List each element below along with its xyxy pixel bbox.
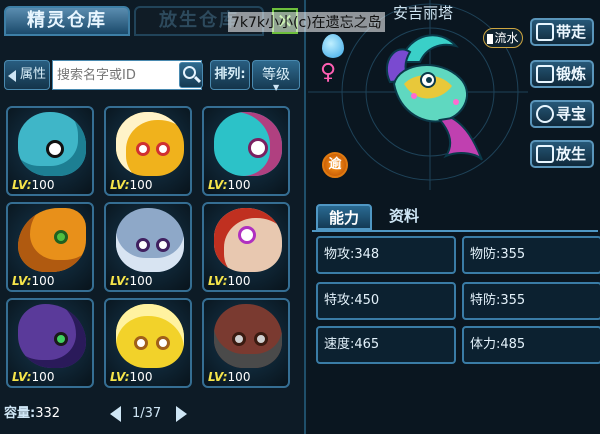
stat-hp: 体力:485 (462, 326, 600, 364)
prev-page-icon[interactable] (110, 406, 121, 422)
spirit-level: LV:100 (110, 370, 153, 384)
stat-physical-attack: 物攻:348 (316, 236, 456, 274)
spirit-slot[interactable]: LV:100 (6, 298, 94, 388)
spirit-eye (254, 332, 268, 346)
treasure-label: 寻宝 (555, 105, 586, 123)
chat-overlay-text: 7k7k小小(c)在遗忘之岛 (228, 12, 385, 32)
spirit-eye (54, 230, 68, 244)
element-label: 流水 (494, 31, 519, 45)
spirit-slot[interactable]: LV:100 (104, 106, 192, 196)
spirit-slot[interactable]: LV:100 (104, 202, 192, 292)
page-indicator: 1/37 (132, 406, 162, 421)
search-button[interactable] (179, 62, 203, 88)
spirit-portrait-large (385, 34, 483, 161)
spirit-eye (46, 140, 64, 158)
dumbbell-icon (536, 65, 554, 83)
stat-panel: 物攻:348 物防:355 特攻:450 特防:355 速度:465 体力:48… (312, 230, 600, 430)
carry-label: 带走 (555, 23, 586, 41)
next-page-icon[interactable] (176, 406, 187, 422)
attribute-filter-button[interactable]: 属性 (4, 60, 50, 90)
capacity-value: 332 (35, 406, 61, 421)
search-icon (536, 105, 554, 123)
spirit-portrait (116, 112, 184, 176)
treasure-button[interactable]: 寻宝 (530, 100, 594, 128)
spirit-slot[interactable]: LV:100 (202, 202, 290, 292)
spirit-eye (248, 138, 268, 158)
spirit-slot[interactable]: LV:100 (202, 298, 290, 388)
water-drop-icon (322, 34, 344, 58)
chevron-down-icon: ▼ (273, 83, 280, 92)
spirit-level: LV:100 (12, 274, 55, 288)
sort-label: 排列: (210, 60, 250, 90)
spirit-level: LV:100 (208, 370, 251, 384)
spirit-eye (238, 226, 256, 244)
spirit-slot[interactable]: LV:100 (202, 106, 290, 196)
sort-value: 等级 (262, 67, 290, 83)
stat-special-defense: 特防:355 (462, 282, 600, 320)
spirit-level: LV:100 (110, 178, 153, 192)
spirit-level: LV:100 (208, 178, 251, 192)
spirit-eye (136, 142, 150, 156)
stat-speed: 速度:465 (316, 326, 456, 364)
spirit-portrait (116, 304, 184, 368)
spirit-level: LV:100 (110, 274, 153, 288)
spirit-level: LV:100 (12, 178, 55, 192)
carry-button[interactable]: 带走 (530, 18, 594, 46)
stat-physical-defense: 物防:355 (462, 236, 600, 274)
train-button[interactable]: 锻炼 (530, 60, 594, 88)
spirit-portrait (18, 112, 86, 176)
spirit-eye (134, 336, 148, 350)
female-gender-icon: ♀ (320, 60, 337, 85)
sort-select[interactable]: 等级 ▼ (252, 60, 300, 92)
stat-special-attack: 特攻:450 (316, 282, 456, 320)
spirit-portrait (18, 208, 86, 272)
pager: 1/37 (110, 404, 190, 426)
tab-ability[interactable]: 能力 (316, 204, 372, 230)
spirit-eye (156, 336, 170, 350)
tab-info[interactable]: 资料 (376, 204, 432, 230)
spirit-detail-panel: 安吉丽塔 ♀ 流水 逾 带走 锻炼 寻宝 放生 能力 资料 物攻:348 物防:… (308, 0, 600, 434)
spirit-eye (156, 142, 170, 156)
spirit-portrait (214, 208, 282, 272)
capacity: 容量:332 (4, 402, 60, 421)
spirit-level: LV:100 (12, 370, 55, 384)
triangle-left-icon (8, 70, 16, 82)
spirit-level: LV:100 (208, 274, 251, 288)
release-label: 放生 (555, 145, 586, 163)
search-icon-handle (193, 75, 202, 84)
carry-icon (536, 23, 554, 41)
spirit-slot[interactable]: LV:100 (6, 202, 94, 292)
release-button[interactable]: 放生 (530, 140, 594, 168)
spirit-portrait (116, 208, 184, 272)
train-label: 锻炼 (555, 65, 586, 83)
spirit-eye (136, 238, 150, 252)
spirit-eye (232, 332, 246, 346)
spirit-portrait (18, 304, 86, 368)
release-icon (536, 145, 554, 163)
spirit-portrait (214, 112, 282, 176)
filter-bar: 属性 排列: 等级 ▼ (4, 60, 304, 92)
spirit-eye (54, 332, 68, 346)
spirit-slot[interactable]: LV:100 (6, 106, 94, 196)
attribute-filter-label: 属性 (19, 67, 46, 82)
tab-spirit-warehouse[interactable]: 精灵仓库 (4, 6, 130, 36)
warehouse-panel: 精灵仓库 放生仓库 ✕ 7k7k小小(c)在遗忘之岛 属性 排列: 等级 ▼ L… (0, 0, 385, 434)
spirit-slot[interactable]: LV:100 (104, 298, 192, 388)
capacity-label: 容量: (4, 406, 36, 421)
spirit-portrait (214, 304, 282, 368)
nature-badge: 逾 (322, 152, 348, 178)
spirit-eye (156, 238, 170, 252)
